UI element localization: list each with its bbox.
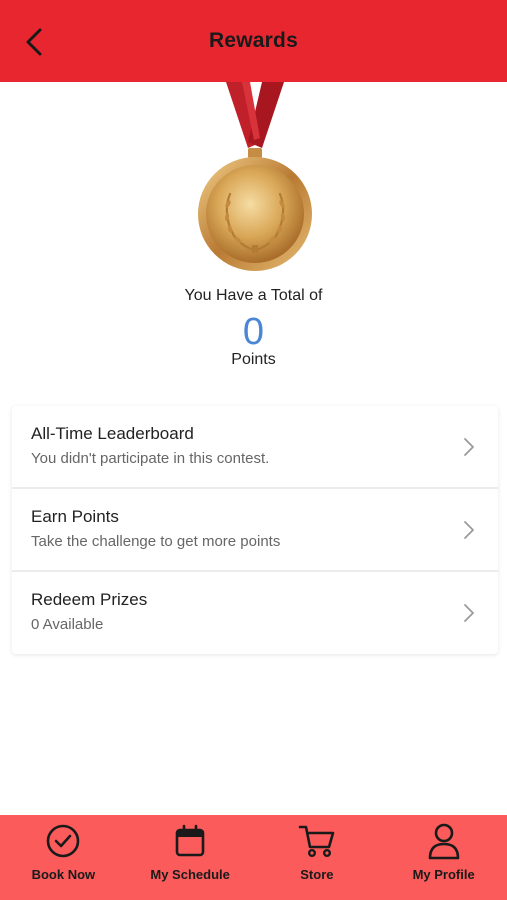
user-icon [425,822,463,860]
page-title: Rewards [209,29,298,52]
check-circle-icon [44,822,82,860]
tab-label: Store [300,867,334,882]
menu-item-title: All-Time Leaderboard [31,424,194,443]
menu-item-title: Redeem Prizes [31,590,148,609]
chevron-left-icon [26,28,42,56]
menu-item-redeem-prizes[interactable]: Redeem Prizes 0 Available [12,572,498,654]
points-label: Points [231,351,276,368]
menu-item-earn-points[interactable]: Earn Points Take the challenge to get mo… [12,489,498,572]
app-header: Rewards [0,0,507,82]
menu-item-subtitle: You didn't participate in this contest. [31,450,270,467]
rewards-menu: All-Time Leaderboard You didn't particip… [12,406,498,654]
tab-label: Book Now [31,867,96,882]
menu-item-title: Earn Points [31,507,119,526]
tab-my-schedule[interactable]: My Schedule [127,815,254,900]
gold-medal-icon [190,82,320,282]
tab-label: My Schedule [150,867,230,882]
points-value: 0 [242,311,265,353]
tab-label: My Profile [412,867,475,882]
chevron-right-icon [464,438,474,456]
menu-item-leaderboard[interactable]: All-Time Leaderboard You didn't particip… [12,406,498,489]
tab-book-now[interactable]: Book Now [0,815,127,900]
menu-item-subtitle: Take the challenge to get more points [31,533,281,550]
total-label: You Have a Total of [184,287,323,304]
chevron-right-icon [464,521,474,539]
tab-store[interactable]: Store [254,815,381,900]
back-button[interactable] [18,24,50,60]
cart-icon [298,822,336,860]
chevron-right-icon [464,604,474,622]
calendar-icon [171,822,209,860]
menu-item-subtitle: 0 Available [31,616,104,633]
bottom-tab-bar: Book Now My Schedule Store My Profile [0,815,507,900]
tab-my-profile[interactable]: My Profile [380,815,507,900]
